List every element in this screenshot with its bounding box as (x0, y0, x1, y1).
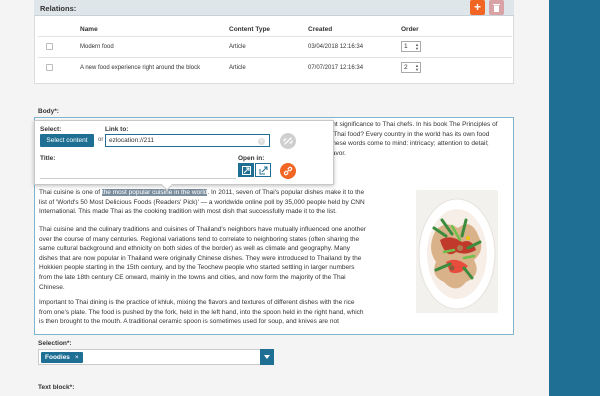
order-value: 2 (404, 64, 408, 71)
divider (38, 57, 512, 58)
unlink-icon (283, 137, 293, 145)
relation-name: Modern food (80, 44, 114, 50)
text-line: Chinese. (39, 283, 65, 291)
selection-tag: Foodies × (41, 352, 83, 363)
text-line: list of 'World's 50 Most Delicious Foods… (39, 198, 365, 206)
text-run: Thai cuisine is one of (39, 189, 102, 196)
link-popup: Select: Link to: Select content or ezloc… (34, 120, 334, 185)
row-checkbox[interactable] (46, 64, 53, 71)
select-label: Select: (40, 126, 62, 133)
column-header-created[interactable]: Created (308, 26, 332, 33)
text-line: Hokkien people starting in the 15th cent… (39, 264, 355, 272)
relation-content-type: Article (229, 44, 246, 50)
title-label: Title: (40, 155, 56, 162)
clear-icon[interactable]: ✕ (258, 138, 265, 145)
link-to-label: Link to: (105, 126, 129, 133)
new-tab-icon (259, 166, 268, 175)
relation-created: 07/07/2017 12:16:34 (308, 65, 364, 71)
delete-relation-button[interactable] (489, 0, 504, 15)
selection-tag-label: Foodies (45, 354, 70, 361)
food-photo-graphic (416, 190, 498, 313)
link-title-input[interactable] (40, 166, 236, 179)
order-value: 1 (404, 43, 408, 50)
relation-created: 03/04/2018 12:16:34 (308, 44, 364, 50)
text-line: same cultural background and ethnicity o… (39, 245, 350, 253)
selection-dropdown-button[interactable] (260, 349, 274, 365)
text-line: International. This made Thai as the coo… (39, 208, 337, 216)
row-checkbox[interactable] (46, 43, 53, 50)
text-paragraph: amount significance to Thai chefs. In hi… (316, 120, 512, 158)
column-header-content-type[interactable]: Content Type (229, 26, 270, 33)
selected-text[interactable]: the most popular cuisine in the world (101, 189, 208, 196)
relations-header: Relations: (34, 0, 514, 16)
text-line: hat is Thai food? Every country in the w… (316, 130, 490, 138)
text-line: from the late 18th century CE onward, ma… (39, 273, 346, 281)
open-in-label: Open in: (238, 155, 265, 162)
link-url-input[interactable]: ezlocation://211 ✕ (105, 134, 270, 147)
selection-field[interactable]: Foodies × (38, 349, 273, 365)
order-input[interactable]: 1 ▲ ▼ (401, 41, 421, 52)
stepper-icon[interactable]: ▲ ▼ (415, 43, 419, 51)
open-new-tab-button[interactable] (255, 163, 271, 177)
same-tab-icon (242, 166, 251, 175)
column-header-order[interactable]: Order (401, 26, 419, 33)
add-relation-button[interactable]: + (470, 0, 485, 15)
trash-icon (493, 4, 500, 12)
text-line: amount significance to Thai chefs. In hi… (316, 121, 498, 128)
side-panel-edge (549, 0, 600, 396)
select-content-button[interactable]: Select content (40, 134, 94, 147)
remove-link-button[interactable] (280, 133, 296, 149)
chevron-down-icon (264, 355, 270, 359)
text-line: dishes that are now popular in Thailand … (39, 254, 362, 262)
food-image[interactable] (416, 190, 498, 313)
text-line: ood flavor. (316, 149, 346, 157)
relations-title: Relations: (40, 4, 77, 13)
tag-remove-icon[interactable]: × (75, 354, 79, 361)
order-input[interactable]: 2 ▲ ▼ (401, 62, 421, 73)
column-header-name[interactable]: Name (80, 26, 98, 33)
or-text: or (98, 137, 104, 143)
relation-content-type: Article (229, 65, 246, 71)
apply-link-button[interactable] (280, 163, 296, 179)
open-same-tab-button[interactable] (238, 163, 254, 177)
main-panel: Relations: + Name Content Type Created O… (0, 0, 549, 396)
stepper-icon[interactable]: ▲ ▼ (415, 64, 419, 72)
text-paragraph: Thai cuisine is one of the most popular … (39, 188, 414, 217)
text-paragraph: Thai cuisine and the culinary traditions… (39, 225, 414, 292)
selection-label: Selection*: (38, 340, 72, 347)
divider (38, 36, 512, 37)
text-line: Thai cuisine and the culinary traditions… (39, 226, 367, 233)
text-line: and, these words come to mind: intricacy… (316, 140, 489, 148)
text-line: is then brought to the mouth. A traditio… (39, 318, 339, 326)
text-run: . In 2011, seven of Thai's popular dishe… (207, 189, 365, 196)
relation-name: A new food experience right around the b… (80, 65, 201, 71)
body-label: Body*: (38, 108, 59, 115)
link-icon (283, 166, 293, 176)
text-line: over the course of many centuries. Regio… (39, 235, 360, 243)
text-block-label: Text block*: (38, 384, 75, 391)
link-url-value: ezlocation://211 (109, 137, 155, 144)
